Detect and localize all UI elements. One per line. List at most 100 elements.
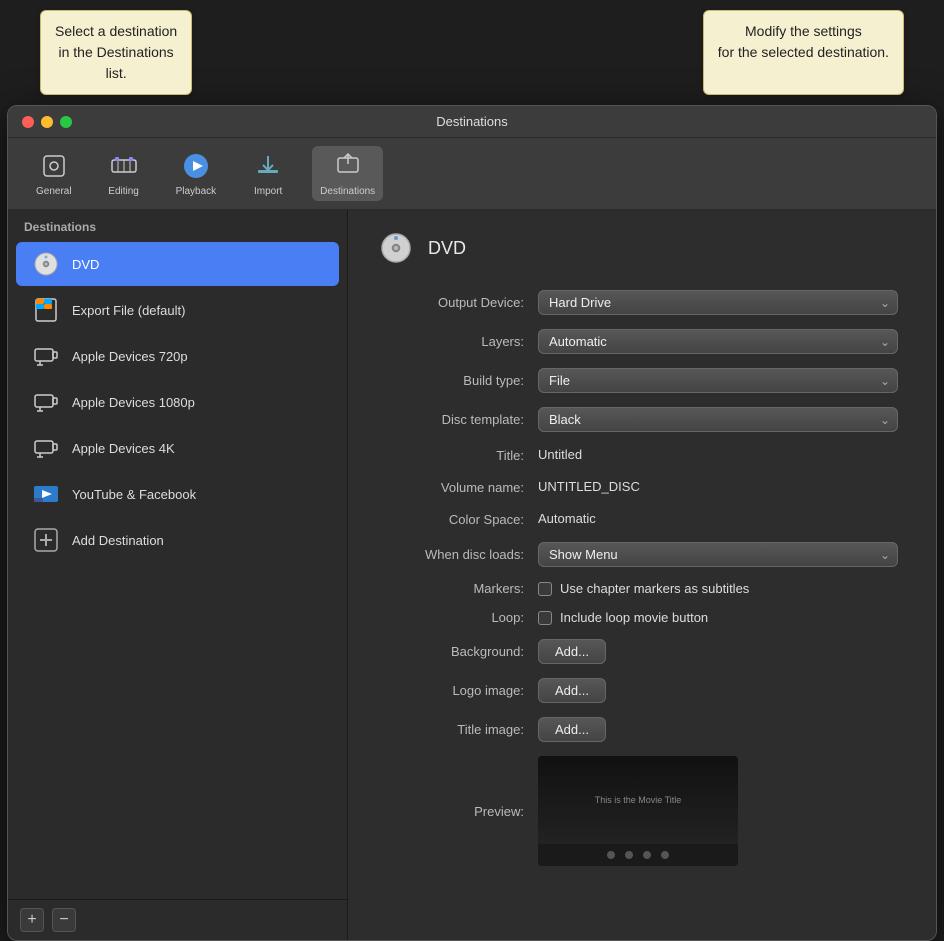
control-title: Untitled (538, 446, 906, 464)
form-row-background: Background: Add... (378, 639, 906, 664)
preview-btn-3[interactable] (643, 851, 651, 859)
form-row-output-device: Output Device: Hard Drive DVD Burner (378, 290, 906, 315)
toolbar-label-playback: Playback (176, 186, 217, 197)
dvd-icon (32, 250, 60, 278)
toolbar-label-destinations: Destinations (320, 186, 375, 197)
sidebar-label-export-file: Export File (default) (72, 303, 185, 318)
value-color-space: Automatic (538, 511, 596, 526)
sidebar-item-youtube-facebook[interactable]: YouTube & Facebook (16, 472, 339, 516)
toolbar: General Editing (8, 138, 936, 210)
export-file-icon (32, 296, 60, 324)
sidebar-list: DVD Export File (default) (8, 240, 347, 899)
toolbar-item-destinations[interactable]: Destinations (312, 146, 383, 201)
toolbar-item-import[interactable]: Import (244, 146, 292, 201)
zoom-button[interactable] (60, 116, 72, 128)
tooltip-right: Modify the settings for the selected des… (703, 10, 904, 95)
value-volume-name: UNTITLED_DISC (538, 479, 640, 494)
add-logo-button[interactable]: Add... (538, 678, 606, 703)
control-output-device: Hard Drive DVD Burner (538, 290, 906, 315)
form-row-loop: Loop: Include loop movie button (378, 610, 906, 625)
sidebar-item-apple-1080[interactable]: Apple Devices 1080p (16, 380, 339, 424)
add-background-button[interactable]: Add... (538, 639, 606, 664)
sidebar-label-dvd: DVD (72, 257, 99, 272)
sidebar-header: Destinations (8, 210, 347, 240)
control-when-disc-loads: Show Menu Play Movie (538, 542, 906, 567)
form-row-markers: Markers: Use chapter markers as subtitle… (378, 581, 906, 596)
toolbar-item-general[interactable]: General (28, 146, 80, 201)
label-when-disc-loads: When disc loads: (378, 547, 538, 562)
form-row-when-disc-loads: When disc loads: Show Menu Play Movie (378, 542, 906, 567)
preview-play-btn[interactable] (607, 851, 615, 859)
checkbox-row-markers: Use chapter markers as subtitles (538, 581, 906, 596)
minimize-button[interactable] (41, 116, 53, 128)
label-color-space: Color Space: (378, 512, 538, 527)
select-when-disc-loads[interactable]: Show Menu Play Movie (538, 542, 898, 567)
toolbar-label-general: General (36, 186, 72, 197)
sidebar-label-add-destination: Add Destination (72, 533, 164, 548)
sidebar-item-export-file[interactable]: Export File (default) (16, 288, 339, 332)
select-build-type[interactable]: File Disc Image VIDEO_TS folder (538, 368, 898, 393)
main-panel: DVD Output Device: Hard Drive DVD Burner… (348, 210, 936, 940)
preview-controls (538, 844, 738, 866)
form-row-title-image: Title image: Add... (378, 717, 906, 742)
playback-icon (180, 150, 212, 182)
toolbar-label-editing: Editing (108, 186, 139, 197)
panel-dvd-icon (378, 230, 414, 266)
label-title-image: Title image: (378, 722, 538, 737)
form-row-preview: Preview: This is the Movie Title (378, 756, 906, 866)
checkbox-label-markers: Use chapter markers as subtitles (560, 581, 749, 596)
add-destination-icon (32, 526, 60, 554)
control-volume-name: UNTITLED_DISC (538, 478, 906, 496)
select-wrapper-disc-template: Black White Custom (538, 407, 898, 432)
main-window: Destinations General (7, 105, 937, 941)
toolbar-item-playback[interactable]: Playback (168, 146, 225, 201)
sidebar-item-add-destination[interactable]: Add Destination (16, 518, 339, 562)
checkbox-label-loop: Include loop movie button (560, 610, 708, 625)
select-layers[interactable]: Automatic Single Layer Dual Layer (538, 329, 898, 354)
sidebar-label-apple-1080: Apple Devices 1080p (72, 395, 195, 410)
general-icon (38, 150, 70, 182)
form-row-color-space: Color Space: Automatic (378, 510, 906, 528)
add-title-image-button[interactable]: Add... (538, 717, 606, 742)
label-disc-template: Disc template: (378, 412, 538, 427)
panel-title: DVD (428, 238, 466, 259)
close-button[interactable] (22, 116, 34, 128)
toolbar-label-import: Import (254, 186, 282, 197)
control-loop: Include loop movie button (538, 610, 906, 625)
sidebar-item-dvd[interactable]: DVD (16, 242, 339, 286)
label-output-device: Output Device: (378, 295, 538, 310)
apple-1080-icon (32, 388, 60, 416)
checkbox-markers[interactable] (538, 582, 552, 596)
form-row-disc-template: Disc template: Black White Custom (378, 407, 906, 432)
select-wrapper-when-disc-loads: Show Menu Play Movie (538, 542, 898, 567)
sidebar-item-apple-4k[interactable]: Apple Devices 4K (16, 426, 339, 470)
form-row-title: Title: Untitled (378, 446, 906, 464)
window-title: Destinations (436, 114, 508, 129)
control-markers: Use chapter markers as subtitles (538, 581, 906, 596)
select-wrapper-build-type: File Disc Image VIDEO_TS folder (538, 368, 898, 393)
toolbar-item-editing[interactable]: Editing (100, 146, 148, 201)
preview-btn-2[interactable] (625, 851, 633, 859)
form-row-layers: Layers: Automatic Single Layer Dual Laye… (378, 329, 906, 354)
label-build-type: Build type: (378, 373, 538, 388)
control-preview: This is the Movie Title (538, 756, 906, 866)
import-icon (252, 150, 284, 182)
control-layers: Automatic Single Layer Dual Layer (538, 329, 906, 354)
apple-720-icon (32, 342, 60, 370)
remove-item-button[interactable]: − (52, 908, 76, 932)
preview-content: This is the Movie Title (538, 756, 738, 844)
label-title: Title: (378, 448, 538, 463)
preview-btn-4[interactable] (661, 851, 669, 859)
add-item-button[interactable]: + (20, 908, 44, 932)
panel-title-row: DVD (378, 230, 906, 266)
label-volume-name: Volume name: (378, 480, 538, 495)
sidebar-label-apple-720: Apple Devices 720p (72, 349, 188, 364)
select-output-device[interactable]: Hard Drive DVD Burner (538, 290, 898, 315)
select-disc-template[interactable]: Black White Custom (538, 407, 898, 432)
checkbox-loop[interactable] (538, 611, 552, 625)
tooltip-area: Select a destination in the Destinations… (0, 0, 944, 105)
tooltip-left: Select a destination in the Destinations… (40, 10, 192, 95)
sidebar-item-apple-720[interactable]: Apple Devices 720p (16, 334, 339, 378)
control-title-image: Add... (538, 717, 906, 742)
preview-box: This is the Movie Title (538, 756, 738, 866)
